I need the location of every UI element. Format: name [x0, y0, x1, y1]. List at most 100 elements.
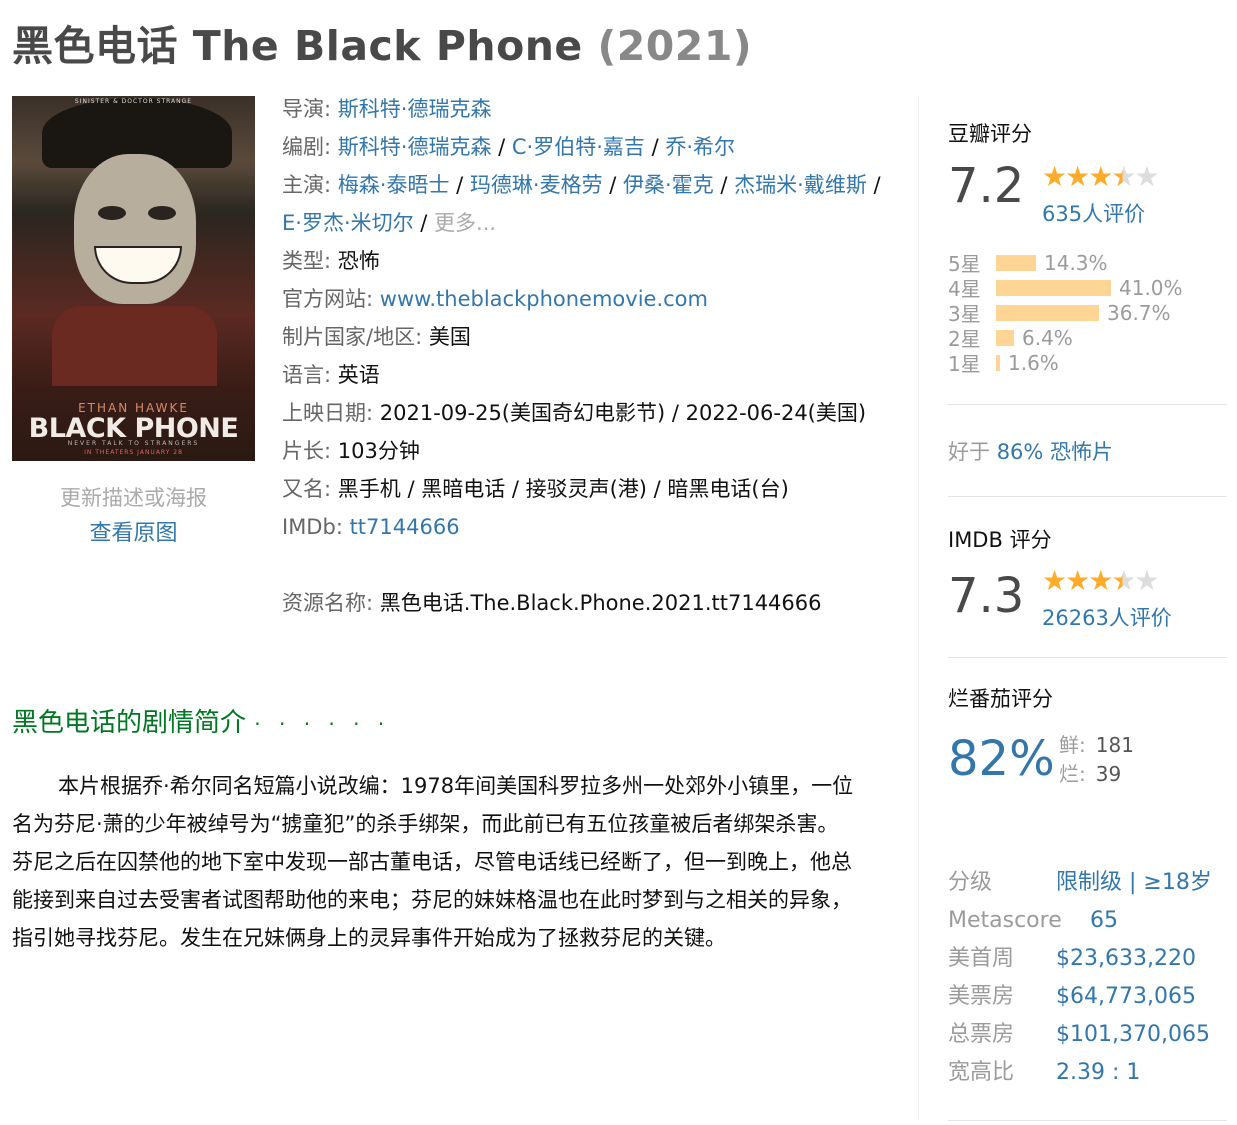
world-gross-label: 总票房: [948, 1022, 1015, 1047]
imdb-score: 7.3: [948, 568, 1025, 624]
director-link[interactable]: 斯科特·德瑞克森: [338, 97, 492, 121]
cast-link[interactable]: 玛德琳·麦格劳: [470, 173, 603, 197]
douban-count-link[interactable]: 635人评价: [1042, 198, 1145, 228]
site-row: 官方网站: www.theblackphonemovie.com: [282, 287, 708, 311]
imdb-label: IMDb: [282, 515, 336, 539]
rotten-fresh: 鲜: 181: [1059, 729, 1134, 758]
aspect-label: 宽高比: [948, 1060, 1015, 1085]
divider-line: [948, 657, 1227, 658]
us-gross-row: 美票房 $64,773,065: [948, 978, 1212, 1016]
language-row: 语言: 英语: [282, 363, 380, 387]
rating-row: 分级 限制级 | ≥18岁: [948, 864, 1212, 902]
release-label: 上映日期: [282, 401, 366, 425]
rotten-label: 烂:: [1059, 762, 1086, 786]
synopsis-text: 本片根据乔·希尔同名短篇小说改编：1978年间美国科罗拉多州一处郊外小镇里，一位…: [12, 774, 854, 950]
cast-link[interactable]: 梅森·泰晤士: [338, 173, 450, 197]
official-site-link[interactable]: www.theblackphonemovie.com: [380, 287, 708, 311]
cast-more-link[interactable]: 更多...: [434, 211, 496, 235]
poster-eye-left: [98, 206, 126, 220]
rating-bar: [996, 354, 1000, 371]
cast-link[interactable]: 伊桑·霍克: [623, 173, 714, 197]
resource-row: 资源名称: 黑色电话.The.Black.Phone.2021.tt714466…: [282, 591, 822, 615]
douban-stars: ★★★★★: [1042, 160, 1160, 193]
column-divider: [918, 96, 919, 1120]
country-row: 制片国家/地区: 美国: [282, 325, 471, 349]
cast-label: 主演: [282, 173, 324, 197]
rating-bar-row: 5星 14.3%: [948, 250, 1108, 277]
rating-bar: [996, 279, 1111, 296]
writer-label: 编剧: [282, 135, 324, 159]
imdb-rating-heading: IMDB 评分: [948, 528, 1052, 552]
rating-bar-percent: 41.0%: [1119, 275, 1183, 300]
aka-row: 又名: 黑手机 / 黑暗电话 / 接驳灵声(港) / 暗黑电话(台): [282, 477, 789, 501]
rating-bar: [996, 329, 1014, 346]
aspect-value: 2.39 : 1: [1056, 1060, 1141, 1085]
metascore-label: Metascore: [948, 908, 1062, 933]
better-than-link[interactable]: 86% 恐怖片: [997, 440, 1113, 464]
resource-value: 黑色电话.The.Black.Phone.2021.tt7144666: [379, 591, 822, 615]
imdb-link[interactable]: tt7144666: [350, 515, 460, 539]
country-label: 制片国家/地区: [282, 325, 416, 349]
runtime-row: 片长: 103分钟: [282, 439, 420, 463]
director-label: 导演: [282, 97, 324, 121]
release-date-1: 2021-09-25(美国奇幻电影节): [379, 401, 666, 425]
poster-tagline: NEVER TALK TO STRANGERS: [67, 440, 200, 447]
writer-link[interactable]: 乔·希尔: [665, 135, 735, 159]
rating-bar: [996, 304, 1099, 321]
aspect-row: 宽高比 2.39 : 1: [948, 1054, 1212, 1092]
imdb-stars: ★★★★★: [1042, 564, 1160, 597]
rotten-value: 39: [1095, 762, 1122, 786]
star-half-icon: ★: [1111, 160, 1136, 193]
rating-label: 分级: [948, 870, 993, 895]
divider-line: [948, 1120, 1227, 1121]
better-than: 好于 86% 恐怖片: [948, 436, 1113, 466]
poster-tag-top: SINISTER & DOCTOR STRANGE: [74, 98, 193, 105]
cast-link[interactable]: E·罗杰·米切尔: [282, 211, 414, 235]
us-opening-label: 美首周: [948, 946, 1015, 971]
synopsis-dots: · · · · · ·: [254, 712, 391, 736]
us-opening-row: 美首周 $23,633,220: [948, 940, 1212, 978]
poster-links: 更新描述或海报 查看原图: [12, 480, 255, 552]
rating-bar-percent: 6.4%: [1022, 325, 1073, 350]
site-label: 官方网站: [282, 287, 366, 311]
cast-row: 主演: 梅森·泰晤士 / 玛德琳·麦格劳 / 伊桑·霍克 / 杰瑞米·戴维斯 /…: [282, 173, 881, 235]
country-value: 美国: [428, 325, 471, 349]
genre-row: 类型: 恐怖: [282, 249, 380, 273]
us-opening-value: $23,633,220: [1056, 946, 1196, 971]
star-empty-icon: ★: [1134, 564, 1159, 597]
rotten-heading: 烂番茄评分: [948, 687, 1053, 711]
writer-link[interactable]: C·罗伯特·嘉吉: [512, 135, 645, 159]
douban-rating-heading: 豆瓣评分: [948, 122, 1032, 146]
runtime-label: 片长: [282, 439, 324, 463]
language-label: 语言: [282, 363, 324, 387]
fresh-label: 鲜:: [1059, 733, 1086, 757]
star-full-icon: ★★★: [1042, 564, 1113, 597]
rating-bar-label: 1星: [948, 352, 981, 376]
movie-info: 导演: 斯科特·德瑞克森 编剧: 斯科特·德瑞克森 / C·罗伯特·嘉吉 / 乔…: [282, 90, 882, 622]
better-prefix: 好于: [948, 440, 990, 464]
fresh-value: 181: [1095, 733, 1134, 757]
meta-info: 分级 限制级 | ≥18岁 Metascore 65 美首周 $23,633,220 …: [948, 864, 1212, 1092]
cast-link[interactable]: 杰瑞米·戴维斯: [734, 173, 867, 197]
rating-bar-percent: 14.3%: [1044, 250, 1108, 275]
title-year: (2021): [597, 22, 753, 70]
release-date-2: 2022-06-24(美国): [685, 401, 867, 425]
director-row: 导演: 斯科特·德瑞克森: [282, 97, 492, 121]
rating-bar-row: 3星 36.7%: [948, 300, 1171, 327]
writer-link[interactable]: 斯科特·德瑞克森: [338, 135, 492, 159]
resource-label: 资源名称: [282, 591, 366, 615]
title-en: The Black Phone: [192, 22, 583, 70]
movie-poster[interactable]: SINISTER & DOCTOR STRANGE ETHAN HAWKE BL…: [12, 96, 255, 461]
us-gross-value: $64,773,065: [1056, 984, 1196, 1009]
view-original-link[interactable]: 查看原图: [12, 516, 255, 552]
update-poster-link[interactable]: 更新描述或海报: [12, 480, 255, 516]
imdb-row: IMDb: tt7144666: [282, 515, 460, 539]
imdb-count-link[interactable]: 26263人评价: [1042, 602, 1172, 632]
aka-label: 又名: [282, 477, 324, 501]
synopsis-title: 黑色电话的剧情简介: [12, 708, 247, 738]
language-value: 英语: [337, 363, 380, 387]
page-title: 黑色电话 The Black Phone (2021): [12, 12, 752, 72]
runtime-value: 103分钟: [337, 439, 420, 463]
rating-value[interactable]: 限制级 | ≥18岁: [1056, 870, 1212, 895]
